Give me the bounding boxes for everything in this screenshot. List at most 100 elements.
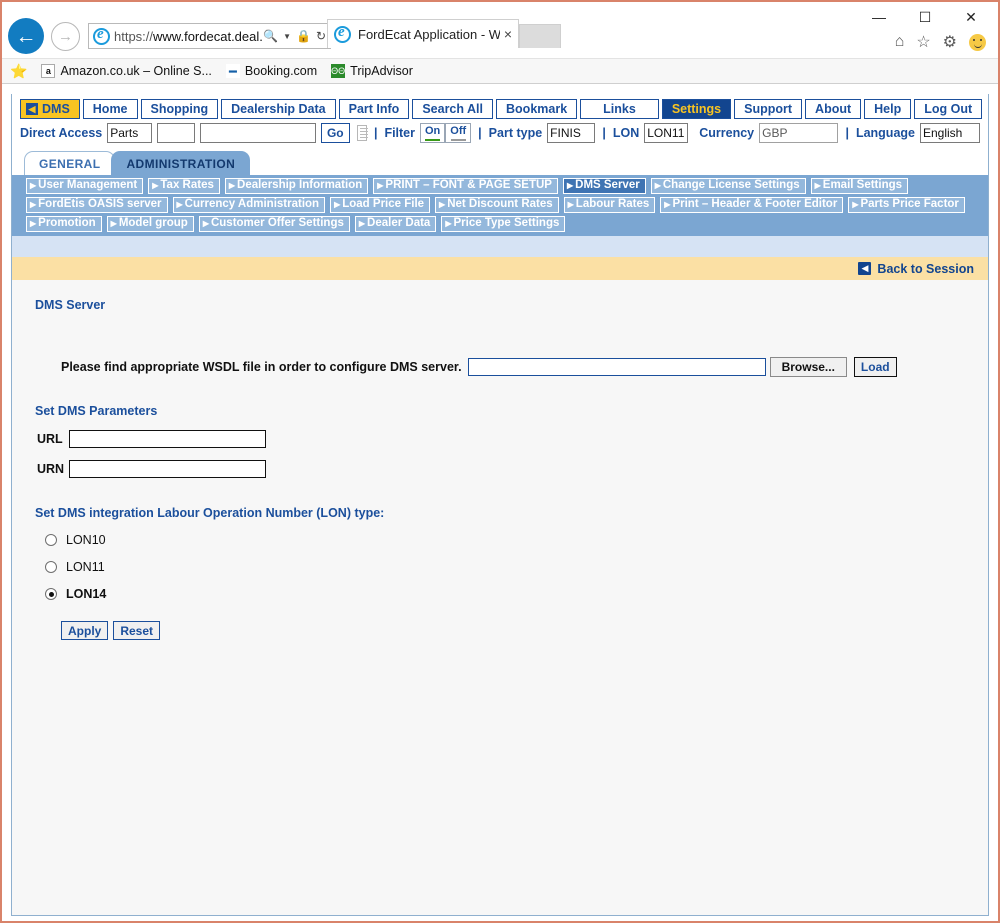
subnav-user-management[interactable]: ▶ User Management — [26, 178, 144, 194]
direct-access-select[interactable]: Parts — [107, 123, 152, 143]
language-input[interactable] — [920, 123, 980, 143]
nav-part-info[interactable]: Part Info — [338, 99, 410, 119]
url-input[interactable] — [69, 430, 266, 448]
caret-right-icon: ▶ — [176, 200, 183, 209]
chevron-down-icon[interactable]: ▼ — [283, 32, 291, 41]
direct-access-search-input[interactable] — [199, 123, 316, 143]
subnav-model-group[interactable]: ▶ Model group — [106, 216, 194, 232]
subnav-promotion[interactable]: ▶ Promotion — [26, 216, 102, 232]
gear-icon[interactable]: ⚙ — [943, 32, 957, 52]
apply-button[interactable]: Apply — [61, 621, 109, 640]
tab-general[interactable]: GENERAL — [24, 151, 116, 175]
close-window-button[interactable]: ✕ — [948, 2, 994, 32]
subnav-email-settings[interactable]: ▶ Email Settings — [810, 178, 909, 194]
browser-tab-fordecat[interactable]: FordEcat Application - Wel... × — [327, 19, 519, 48]
close-icon[interactable]: × — [504, 26, 512, 42]
nav-settings[interactable]: Settings — [661, 99, 732, 119]
main-content: DMS Server Please find appropriate WSDL … — [12, 280, 988, 915]
window-controls: — ☐ ✕ — [856, 2, 994, 32]
subnav-dms-server[interactable]: ▶ DMS Server — [562, 178, 646, 194]
subnav-labour-rates[interactable]: ▶ Labour Rates — [563, 197, 656, 213]
subnav-print-font-page-setup[interactable]: ▶ PRINT – FONT & PAGE SETUP — [373, 178, 558, 194]
subnav-tax-rates[interactable]: ▶ Tax Rates — [148, 178, 220, 194]
caret-right-icon: ▶ — [228, 181, 236, 190]
smiley-feedback-icon[interactable] — [969, 33, 986, 51]
radio-button[interactable] — [45, 588, 57, 600]
lon-select[interactable]: LON11 — [644, 123, 689, 143]
nav-dms-button[interactable]: ◀ DMS — [20, 99, 80, 119]
nav-shopping[interactable]: Shopping — [140, 99, 219, 119]
favorites-star-icon[interactable]: ⭐ — [10, 63, 27, 80]
subnav-net-discount-rates[interactable]: ▶ Net Discount Rates — [435, 197, 559, 213]
nav-links[interactable]: Links — [580, 99, 659, 119]
search-icon[interactable]: 🔍 — [263, 29, 278, 43]
radio-option-lon14[interactable]: LON14 — [45, 587, 988, 601]
tab-administration[interactable]: ADMINISTRATION — [111, 151, 251, 175]
internet-explorer-icon — [93, 26, 110, 45]
nav-support[interactable]: Support — [734, 99, 803, 119]
wsdl-file-input[interactable] — [467, 358, 766, 376]
nav-home[interactable]: Home — [82, 99, 138, 119]
subnav-fordetis-oasis-server[interactable]: ▶ FordEtis OASIS server — [26, 197, 168, 213]
dms-icon: ◀ — [26, 103, 38, 115]
minimize-button[interactable]: — — [856, 2, 902, 32]
subnav-label: Dealer Data — [367, 217, 431, 230]
filter-on-button[interactable]: On — [420, 123, 446, 143]
back-arrow-icon[interactable]: ← — [8, 18, 44, 54]
subnav-customer-offer-settings[interactable]: ▶ Customer Offer Settings — [198, 216, 350, 232]
subnav-dealership-information[interactable]: ▶ Dealership Information — [224, 178, 369, 194]
subnav-row: ▶ User Management ▶ Tax Rates ▶ Dealership … — [26, 178, 988, 194]
subnav-print-header-footer-editor[interactable]: ▶ Print – Header & Footer Editor — [660, 197, 844, 213]
back-to-session-link[interactable]: Back to Session — [877, 262, 974, 276]
filter-off-label: Off — [450, 124, 467, 137]
address-bar[interactable]: https://www.fordecat.deal... 🔍 ▼ 🔒 ↻ — [88, 23, 331, 49]
subnav-load-price-file[interactable]: ▶ Load Price File — [330, 197, 431, 213]
nav-search-all[interactable]: Search All — [412, 99, 494, 119]
radio-option-lon10[interactable]: LON10 — [45, 533, 988, 547]
reset-button[interactable]: Reset — [113, 621, 161, 640]
subnav-parts-price-factor[interactable]: ▶ Parts Price Factor — [848, 197, 965, 213]
wsdl-instruction-label: Please find appropriate WSDL file in ord… — [61, 360, 462, 374]
subnav-currency-administration[interactable]: ▶ Currency Administration — [172, 197, 326, 213]
subnav-price-type-settings[interactable]: ▶ Price Type Settings — [441, 216, 566, 232]
copy-page-icon[interactable] — [356, 125, 368, 141]
favorite-booking[interactable]: ━ Booking.com — [225, 64, 317, 78]
subnav-label: Price Type Settings — [453, 217, 560, 230]
favorite-tripadvisor[interactable]: ΘΘ TripAdvisor — [331, 64, 413, 78]
radio-option-lon11[interactable]: LON11 — [45, 560, 988, 574]
radio-button[interactable] — [45, 561, 57, 573]
home-icon[interactable]: ⌂ — [895, 33, 905, 51]
nav-bookmark[interactable]: Bookmark — [496, 99, 578, 119]
filter-off-button[interactable]: Off — [445, 123, 472, 143]
new-tab-button[interactable] — [519, 24, 561, 48]
subnav-row: ▶ FordEtis OASIS server ▶ Currency Adminis… — [26, 197, 988, 213]
browse-button[interactable]: Browse... — [769, 357, 847, 377]
radio-button[interactable] — [45, 534, 57, 546]
load-button[interactable]: Load — [853, 357, 897, 377]
go-button[interactable]: Go — [320, 123, 350, 143]
forward-arrow-icon[interactable]: → — [51, 21, 80, 51]
lock-icon[interactable]: 🔒 — [296, 29, 311, 43]
caret-right-icon: ▶ — [566, 181, 574, 190]
nav-about[interactable]: About — [805, 99, 862, 119]
subnav-label: Load Price File — [342, 198, 425, 211]
subnav-change-license-settings[interactable]: ▶ Change License Settings — [650, 178, 806, 194]
refresh-icon[interactable]: ↻ — [316, 29, 326, 43]
part-type-select[interactable]: FINIS — [547, 123, 596, 143]
nav-dealership-data[interactable]: Dealership Data — [221, 99, 336, 119]
subnav-label: Net Discount Rates — [447, 198, 553, 211]
nav-log-out[interactable]: Log Out — [914, 99, 983, 119]
nav-help[interactable]: Help — [864, 99, 912, 119]
filter-on-label: On — [425, 124, 441, 137]
favorite-amazon[interactable]: a Amazon.co.uk – Online S... — [41, 64, 212, 78]
subnav-dealer-data[interactable]: ▶ Dealer Data — [354, 216, 437, 232]
caret-right-icon: ▶ — [358, 219, 366, 228]
filter-label: Filter — [384, 126, 415, 140]
maximize-button[interactable]: ☐ — [902, 2, 948, 32]
tab-favicon-icon — [334, 24, 351, 43]
urn-input[interactable] — [69, 460, 266, 478]
star-favorites-icon[interactable]: ☆ — [916, 32, 930, 52]
caret-right-icon: ▶ — [654, 181, 661, 190]
direct-access-code-input[interactable] — [156, 123, 195, 143]
address-bar-icons: 🔍 ▼ 🔒 ↻ — [263, 29, 326, 43]
